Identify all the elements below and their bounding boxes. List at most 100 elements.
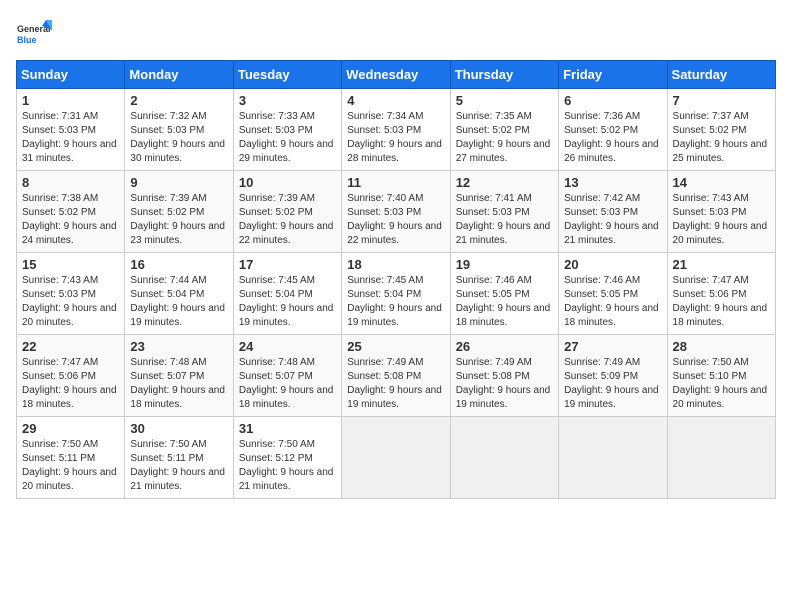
calendar-day-cell: 21Sunrise: 7:47 AM Sunset: 5:06 PM Dayli… — [667, 253, 775, 335]
day-info: Sunrise: 7:48 AM Sunset: 5:07 PM Dayligh… — [239, 356, 336, 412]
calendar-day-cell: 16 Sunrise: 7:44 AM Sunset: 5:04 PM Dayli… — [125, 253, 233, 335]
day-number: 17 — [239, 257, 336, 272]
day-of-week-header: Wednesday — [342, 61, 450, 89]
calendar-day-cell: 19 Sunrise: 7:46 AM Sunset: 5:05 PM Dayli… — [450, 253, 558, 335]
day-info: Sunrise: 7:50 AM Sunset: 5:12 PM Dayligh… — [239, 438, 336, 494]
day-info: Sunrise: 7:43 AM Sunset: 5:03 PM Dayligh… — [673, 192, 770, 248]
calendar-day-cell: 30 Sunrise: 7:50 AM Sunset: 5:11 PM Dayli… — [125, 417, 233, 499]
day-number: 5 — [456, 93, 553, 108]
day-number: 7 — [673, 93, 770, 108]
calendar-week-row: 15 Sunrise: 7:43 AM Sunset: 5:03 PM Dayli… — [17, 253, 776, 335]
calendar-table: SundayMondayTuesdayWednesdayThursdayFrid… — [16, 60, 776, 499]
calendar-header-row: SundayMondayTuesdayWednesdayThursdayFrid… — [17, 61, 776, 89]
day-number: 12 — [456, 175, 553, 190]
day-info: Sunrise: 7:42 AM Sunset: 5:03 PM Dayligh… — [564, 192, 661, 248]
calendar-day-cell: 3 Sunrise: 7:33 AM Sunset: 5:03 PM Daylig… — [233, 89, 341, 171]
calendar-day-cell: 27Sunrise: 7:49 AM Sunset: 5:09 PM Dayli… — [559, 335, 667, 417]
day-number: 30 — [130, 421, 227, 436]
day-number: 15 — [22, 257, 119, 272]
day-number: 8 — [22, 175, 119, 190]
calendar-day-cell: 11 Sunrise: 7:40 AM Sunset: 5:03 PM Dayli… — [342, 171, 450, 253]
day-info: Sunrise: 7:41 AM Sunset: 5:03 PM Dayligh… — [456, 192, 553, 248]
calendar-day-cell: 26 Sunrise: 7:49 AM Sunset: 5:08 PM Dayli… — [450, 335, 558, 417]
calendar-week-row: 22 Sunrise: 7:47 AM Sunset: 5:06 PM Dayli… — [17, 335, 776, 417]
day-info: Sunrise: 7:48 AM Sunset: 5:07 PM Dayligh… — [130, 356, 227, 412]
day-number: 2 — [130, 93, 227, 108]
calendar-day-cell: 9 Sunrise: 7:39 AM Sunset: 5:02 PM Daylig… — [125, 171, 233, 253]
day-number: 20 — [564, 257, 661, 272]
day-info: Sunrise: 7:34 AM Sunset: 5:03 PM Dayligh… — [347, 110, 444, 166]
day-info: Sunrise: 7:32 AM Sunset: 5:03 PM Dayligh… — [130, 110, 227, 166]
day-info: Sunrise: 7:45 AM Sunset: 5:04 PM Dayligh… — [347, 274, 444, 330]
day-of-week-header: Monday — [125, 61, 233, 89]
calendar-day-cell: 17 Sunrise: 7:45 AM Sunset: 5:04 PM Dayli… — [233, 253, 341, 335]
day-info: Sunrise: 7:37 AM Sunset: 5:02 PM Dayligh… — [673, 110, 770, 166]
day-number: 3 — [239, 93, 336, 108]
day-info: Sunrise: 7:38 AM Sunset: 5:02 PM Dayligh… — [22, 192, 119, 248]
day-info: Sunrise: 7:44 AM Sunset: 5:04 PM Dayligh… — [130, 274, 227, 330]
day-number: 4 — [347, 93, 444, 108]
day-number: 26 — [456, 339, 553, 354]
calendar-day-cell: 8 Sunrise: 7:38 AM Sunset: 5:02 PM Daylig… — [17, 171, 125, 253]
calendar-day-cell: 5 Sunrise: 7:35 AM Sunset: 5:02 PM Daylig… — [450, 89, 558, 171]
day-info: Sunrise: 7:36 AM Sunset: 5:02 PM Dayligh… — [564, 110, 661, 166]
calendar-week-row: 8 Sunrise: 7:38 AM Sunset: 5:02 PM Daylig… — [17, 171, 776, 253]
day-number: 28 — [673, 339, 770, 354]
day-of-week-header: Tuesday — [233, 61, 341, 89]
day-number: 6 — [564, 93, 661, 108]
day-number: 31 — [239, 421, 336, 436]
day-info: Sunrise: 7:46 AM Sunset: 5:05 PM Dayligh… — [456, 274, 553, 330]
calendar-day-cell: 25 Sunrise: 7:49 AM Sunset: 5:08 PM Dayli… — [342, 335, 450, 417]
calendar-day-cell: 13 Sunrise: 7:42 AM Sunset: 5:03 PM Dayli… — [559, 171, 667, 253]
calendar-day-cell: 7 Sunrise: 7:37 AM Sunset: 5:02 PM Daylig… — [667, 89, 775, 171]
day-of-week-header: Friday — [559, 61, 667, 89]
day-info: Sunrise: 7:35 AM Sunset: 5:02 PM Dayligh… — [456, 110, 553, 166]
day-number: 11 — [347, 175, 444, 190]
day-of-week-header: Saturday — [667, 61, 775, 89]
day-info: Sunrise: 7:33 AM Sunset: 5:03 PM Dayligh… — [239, 110, 336, 166]
day-info: Sunrise: 7:50 AM Sunset: 5:10 PM Dayligh… — [673, 356, 770, 412]
day-info: Sunrise: 7:39 AM Sunset: 5:02 PM Dayligh… — [130, 192, 227, 248]
day-info: Sunrise: 7:40 AM Sunset: 5:03 PM Dayligh… — [347, 192, 444, 248]
calendar-day-cell: 29 Sunrise: 7:50 AM Sunset: 5:11 PM Dayli… — [17, 417, 125, 499]
calendar-day-cell — [342, 417, 450, 499]
day-info: Sunrise: 7:43 AM Sunset: 5:03 PM Dayligh… — [22, 274, 119, 330]
calendar-day-cell: 6 Sunrise: 7:36 AM Sunset: 5:02 PM Daylig… — [559, 89, 667, 171]
day-info: Sunrise: 7:50 AM Sunset: 5:11 PM Dayligh… — [22, 438, 119, 494]
day-info: Sunrise: 7:49 AM Sunset: 5:09 PM Dayligh… — [564, 356, 661, 412]
day-info: Sunrise: 7:45 AM Sunset: 5:04 PM Dayligh… — [239, 274, 336, 330]
day-number: 29 — [22, 421, 119, 436]
day-info: Sunrise: 7:31 AM Sunset: 5:03 PM Dayligh… — [22, 110, 119, 166]
day-number: 18 — [347, 257, 444, 272]
day-number: 9 — [130, 175, 227, 190]
calendar-day-cell — [450, 417, 558, 499]
calendar-day-cell: 28 Sunrise: 7:50 AM Sunset: 5:10 PM Dayli… — [667, 335, 775, 417]
day-number: 23 — [130, 339, 227, 354]
day-info: Sunrise: 7:50 AM Sunset: 5:11 PM Dayligh… — [130, 438, 227, 494]
day-number: 22 — [22, 339, 119, 354]
calendar-day-cell: 24Sunrise: 7:48 AM Sunset: 5:07 PM Dayli… — [233, 335, 341, 417]
calendar-day-cell: 14Sunrise: 7:43 AM Sunset: 5:03 PM Dayli… — [667, 171, 775, 253]
svg-text:Blue: Blue — [17, 35, 37, 45]
day-number: 25 — [347, 339, 444, 354]
day-number: 16 — [130, 257, 227, 272]
day-info: Sunrise: 7:47 AM Sunset: 5:06 PM Dayligh… — [22, 356, 119, 412]
day-number: 19 — [456, 257, 553, 272]
calendar-week-row: 29 Sunrise: 7:50 AM Sunset: 5:11 PM Dayli… — [17, 417, 776, 499]
calendar-day-cell: 18 Sunrise: 7:45 AM Sunset: 5:04 PM Dayli… — [342, 253, 450, 335]
calendar-day-cell: 2 Sunrise: 7:32 AM Sunset: 5:03 PM Daylig… — [125, 89, 233, 171]
calendar-day-cell: 31 Sunrise: 7:50 AM Sunset: 5:12 PM Dayli… — [233, 417, 341, 499]
day-number: 10 — [239, 175, 336, 190]
day-of-week-header: Thursday — [450, 61, 558, 89]
logo-svg: General Blue — [16, 16, 52, 52]
calendar-day-cell: 20Sunrise: 7:46 AM Sunset: 5:05 PM Dayli… — [559, 253, 667, 335]
page-header: General Blue — [16, 16, 776, 52]
day-info: Sunrise: 7:39 AM Sunset: 5:02 PM Dayligh… — [239, 192, 336, 248]
day-of-week-header: Sunday — [17, 61, 125, 89]
calendar-day-cell: 1Sunrise: 7:31 AM Sunset: 5:03 PM Daylig… — [17, 89, 125, 171]
day-info: Sunrise: 7:49 AM Sunset: 5:08 PM Dayligh… — [456, 356, 553, 412]
day-info: Sunrise: 7:49 AM Sunset: 5:08 PM Dayligh… — [347, 356, 444, 412]
day-number: 13 — [564, 175, 661, 190]
calendar-day-cell: 10 Sunrise: 7:39 AM Sunset: 5:02 PM Dayli… — [233, 171, 341, 253]
calendar-day-cell: 12 Sunrise: 7:41 AM Sunset: 5:03 PM Dayli… — [450, 171, 558, 253]
